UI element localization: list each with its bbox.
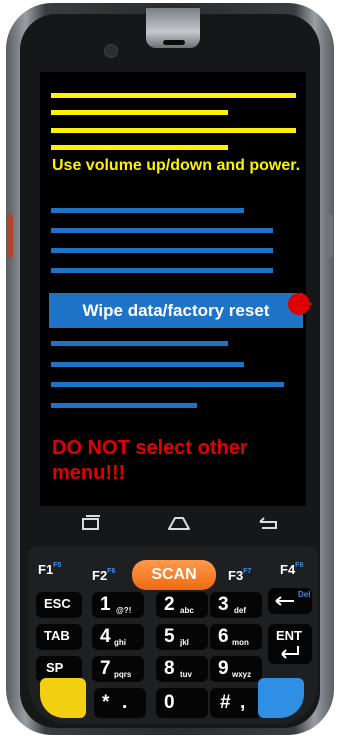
dot-symbol: . bbox=[122, 692, 128, 713]
recovery-header-line bbox=[51, 145, 228, 150]
home-icon[interactable] bbox=[166, 512, 192, 534]
f7-key-label: F7 bbox=[243, 568, 252, 575]
f5-key-label: F5 bbox=[53, 562, 62, 569]
key-9[interactable]: 9 wxyz bbox=[210, 656, 262, 682]
f1-key-label: F1 bbox=[38, 562, 54, 577]
instruction-text: Use volume up/down and power. bbox=[52, 157, 301, 174]
f1-key[interactable]: F1F5 bbox=[38, 562, 61, 577]
selection-marker-icon bbox=[288, 293, 312, 315]
f3-key[interactable]: F3F7 bbox=[228, 568, 251, 583]
key-2-digit: 2 bbox=[164, 594, 175, 615]
key-4-letters: ghi bbox=[114, 638, 126, 647]
key-5[interactable]: 5 jkl bbox=[156, 624, 208, 650]
key-1[interactable]: 1 @?! bbox=[92, 592, 144, 618]
key-7-letters: pqrs bbox=[114, 670, 132, 679]
enter-key[interactable]: ENT bbox=[268, 624, 312, 664]
enter-arrow-icon bbox=[281, 646, 299, 659]
f4-key-label: F4 bbox=[280, 562, 296, 577]
f2-key-label: F2 bbox=[92, 568, 108, 583]
key-5-letters: jkl bbox=[180, 638, 189, 647]
warning-text: DO NOT select other menu!!! bbox=[52, 437, 248, 484]
front-camera bbox=[104, 44, 118, 58]
key-0[interactable]: 0 bbox=[156, 688, 208, 718]
key-3-letters: def bbox=[234, 606, 246, 615]
menu-item[interactable] bbox=[51, 208, 244, 213]
delete-key-label: Del bbox=[298, 590, 311, 599]
key-7-digit: 7 bbox=[100, 658, 111, 679]
recents-icon[interactable] bbox=[80, 512, 102, 534]
hash-comma-key[interactable]: #, bbox=[210, 688, 262, 718]
menu-item[interactable] bbox=[51, 341, 228, 346]
key-5-digit: 5 bbox=[164, 626, 175, 647]
key-8-letters: tuv bbox=[180, 670, 192, 679]
f2-key[interactable]: F2F6 bbox=[92, 568, 115, 583]
esc-key[interactable]: ESC bbox=[36, 592, 82, 618]
delete-arrow-icon bbox=[275, 596, 294, 606]
recovery-header-line bbox=[51, 93, 296, 98]
key-6-letters: mon bbox=[232, 638, 249, 647]
key-2-letters: abc bbox=[180, 606, 194, 615]
recovery-header-line bbox=[51, 110, 228, 115]
wipe-data-factory-reset-item[interactable]: Wipe data/factory reset bbox=[49, 293, 303, 328]
star-symbol: * bbox=[102, 692, 110, 713]
hash-symbol: # bbox=[220, 692, 231, 713]
delete-key[interactable]: Del bbox=[268, 588, 312, 614]
tab-key-label: TAB bbox=[44, 628, 70, 643]
key-1-letters: @?! bbox=[116, 606, 132, 615]
menu-item[interactable] bbox=[51, 403, 197, 408]
key-7[interactable]: 7 pqrs bbox=[92, 656, 144, 682]
key-3-digit: 3 bbox=[218, 594, 229, 615]
f4-key[interactable]: F4F8 bbox=[280, 562, 303, 577]
menu-item[interactable] bbox=[51, 228, 273, 233]
side-scan-key-left[interactable] bbox=[8, 214, 13, 258]
f6-key-label: F6 bbox=[107, 568, 116, 575]
key-6-digit: 6 bbox=[218, 626, 229, 647]
tab-key[interactable]: TAB bbox=[36, 624, 82, 650]
key-4-digit: 4 bbox=[100, 626, 111, 647]
earpiece-speaker bbox=[163, 40, 185, 45]
enter-key-label: ENT bbox=[276, 628, 302, 643]
space-key-label: SP bbox=[46, 660, 64, 675]
back-icon[interactable] bbox=[256, 512, 280, 534]
key-9-digit: 9 bbox=[218, 658, 229, 679]
key-6[interactable]: 6 mon bbox=[210, 624, 262, 650]
comma-symbol: , bbox=[240, 692, 246, 713]
key-1-digit: 1 bbox=[100, 594, 111, 615]
star-dot-key[interactable]: *. bbox=[94, 688, 146, 718]
key-8[interactable]: 8 tuv bbox=[156, 656, 208, 682]
key-3[interactable]: 3 def bbox=[210, 592, 262, 618]
menu-item[interactable] bbox=[51, 248, 273, 253]
f8-key-label: F8 bbox=[295, 562, 304, 569]
key-2[interactable]: 2 abc bbox=[156, 592, 208, 618]
recovery-header-line bbox=[51, 128, 296, 133]
side-volume-key-right[interactable] bbox=[328, 214, 333, 258]
key-8-digit: 8 bbox=[164, 658, 175, 679]
key-0-digit: 0 bbox=[164, 692, 175, 713]
key-9-letters: wxyz bbox=[232, 670, 252, 679]
esc-key-label: ESC bbox=[44, 596, 71, 611]
menu-item[interactable] bbox=[51, 268, 273, 273]
key-4[interactable]: 4 ghi bbox=[92, 624, 144, 650]
menu-item[interactable] bbox=[51, 362, 244, 367]
scan-button[interactable]: SCAN bbox=[132, 560, 216, 590]
menu-item[interactable] bbox=[51, 382, 284, 387]
f3-key-label: F3 bbox=[228, 568, 244, 583]
